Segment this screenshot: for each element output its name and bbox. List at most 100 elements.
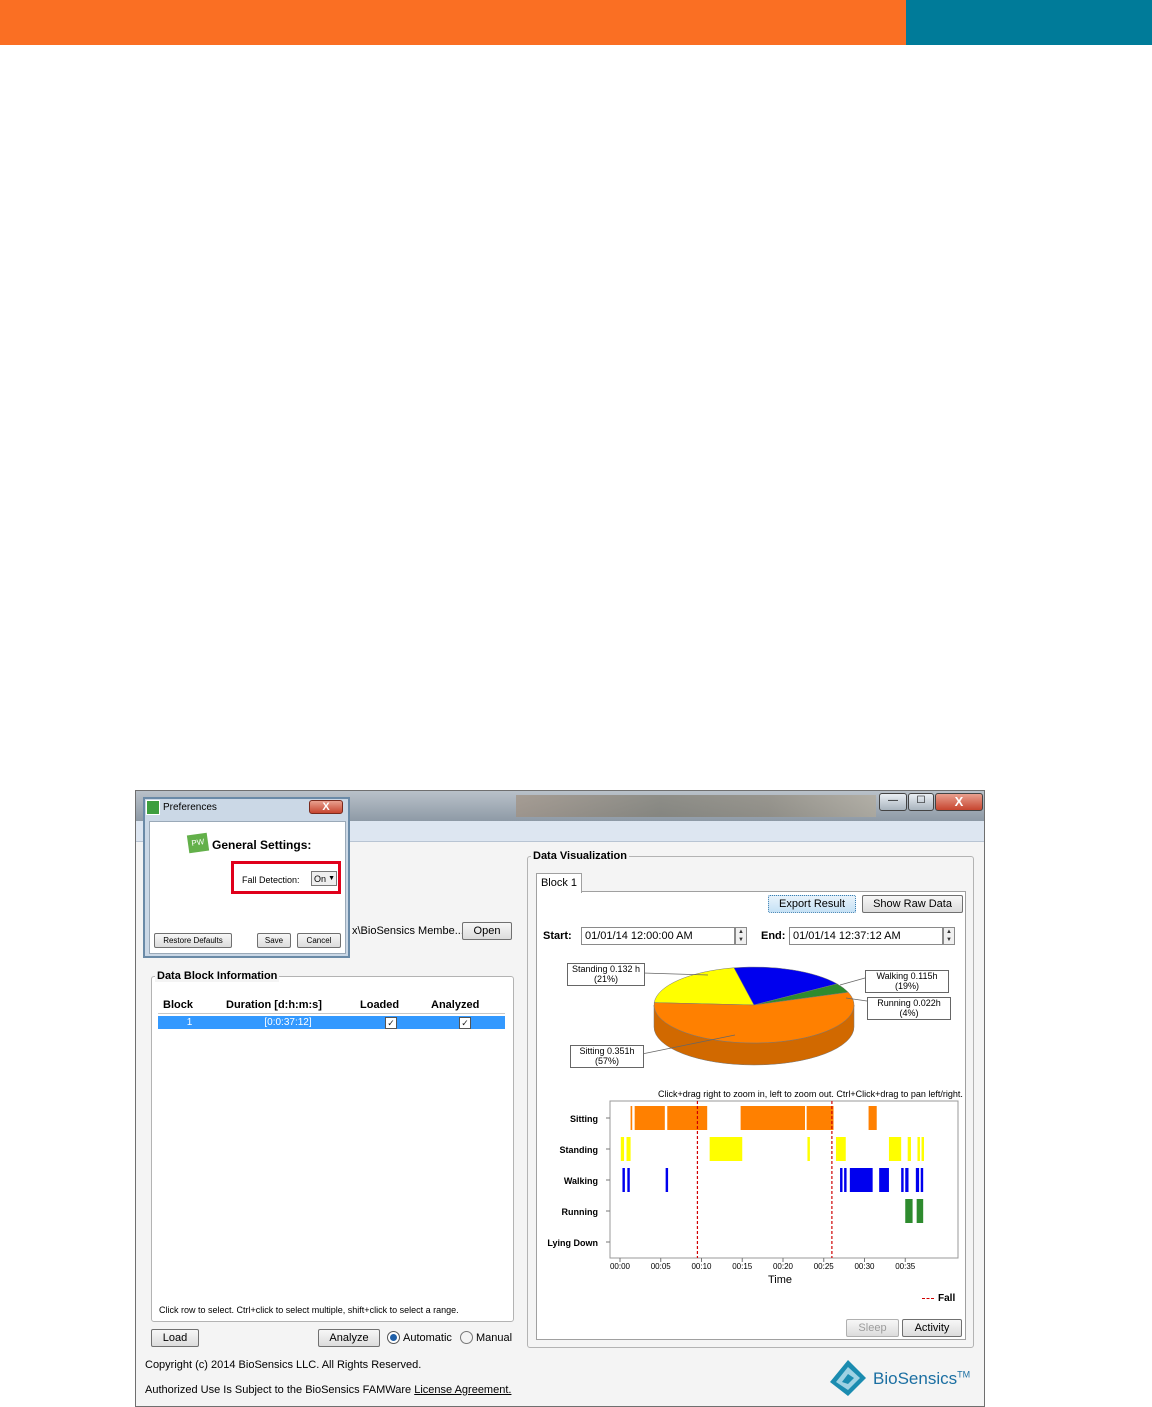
preferences-close-button[interactable]: X	[309, 800, 343, 814]
license-prefix: Authorized Use Is Subject to the BioSens…	[145, 1384, 415, 1396]
automatic-radio[interactable]	[387, 1331, 400, 1344]
start-spinner[interactable]: ▲ ▼	[735, 927, 747, 945]
pie-label-running: Running 0.022h (4%)	[867, 997, 951, 1020]
biosensics-logo-icon	[830, 1360, 866, 1396]
copyright-text: Copyright (c) 2014 BioSensics LLC. All R…	[145, 1359, 422, 1371]
end-label: End:	[761, 930, 786, 942]
minimize-button[interactable]: —	[879, 793, 907, 811]
preferences-heading: General Settings:	[212, 838, 312, 852]
timeline-row-label: Walking	[564, 1176, 598, 1186]
timeline-segment	[920, 1168, 924, 1192]
timeline-row-label: Lying Down	[547, 1238, 598, 1248]
x-tick-label: 00:35	[895, 1262, 916, 1271]
open-button[interactable]: Open	[462, 922, 512, 940]
col-loaded[interactable]: Loaded	[360, 999, 399, 1011]
timeline-segment	[620, 1137, 625, 1161]
preferences-body: PW General Settings: Fall Detection: On ▼…	[149, 821, 346, 954]
col-analyzed[interactable]: Analyzed	[431, 999, 479, 1011]
loaded-checkbox[interactable]: ✓	[385, 1017, 397, 1029]
x-tick-label: 00:25	[814, 1262, 835, 1271]
chevron-down-icon: ▼	[328, 875, 335, 882]
timeline-segment	[622, 1168, 625, 1192]
preferences-title: Preferences	[163, 802, 217, 813]
timeline-segment	[835, 1137, 846, 1161]
data-block-legend: Data Block Information	[155, 970, 280, 982]
timeline-segment	[626, 1137, 631, 1161]
analyzed-checkbox[interactable]: ✓	[459, 1017, 471, 1029]
license-text: Authorized Use Is Subject to the BioSens…	[145, 1384, 511, 1396]
export-result-button[interactable]: Export Result	[768, 895, 856, 913]
preferences-app-icon	[146, 800, 160, 815]
preferences-dialog: Preferences X PW General Settings: Fall …	[143, 797, 350, 958]
start-label: Start:	[543, 930, 572, 942]
analyze-button[interactable]: Analyze	[318, 1329, 380, 1347]
table-header-divider	[158, 1013, 505, 1014]
timeline-segment	[709, 1137, 743, 1161]
timeline-segment	[844, 1168, 847, 1192]
activity-button[interactable]: Activity	[902, 1319, 962, 1337]
show-raw-data-button[interactable]: Show Raw Data	[862, 895, 963, 913]
brand-tm: TM	[957, 1369, 971, 1380]
manual-label: Manual	[476, 1332, 513, 1344]
brand-name: BioSensicsTM	[873, 1369, 970, 1389]
fall-detection-label: Fall Detection:	[242, 875, 300, 885]
header-stripe-orange	[0, 0, 906, 45]
pie-label-running-pct: (4%)	[899, 1008, 919, 1018]
timeline-segment	[627, 1168, 630, 1192]
tab-block-1[interactable]: Block 1	[536, 873, 582, 893]
pie-label-walking-pct: (19%)	[894, 981, 919, 991]
pie-label-sitting: Sitting 0.351h (57%)	[570, 1045, 644, 1068]
header-stripe-teal	[906, 0, 1152, 45]
timeline-row-label: Running	[562, 1207, 599, 1217]
timeline-segment	[905, 1168, 909, 1192]
timeline-row-label: Standing	[560, 1145, 599, 1155]
timeline-segment	[665, 1168, 669, 1192]
timeline-segment	[849, 1168, 873, 1192]
pie-label-walking-name: Walking 0.115h	[876, 971, 938, 981]
pie-label-walking: Walking 0.115h (19%)	[865, 970, 949, 993]
timeline-segment	[840, 1168, 843, 1192]
timeline-segment	[888, 1137, 902, 1161]
table-hint: Click row to select. Ctrl+click to selec…	[159, 1305, 459, 1315]
pw-logo-icon: PW	[186, 832, 210, 854]
window-close-button[interactable]: X	[935, 793, 983, 811]
file-path: x\BioSensics Membe...	[352, 925, 464, 937]
x-tick-label: 00:05	[651, 1262, 672, 1271]
activity-timeline-chart[interactable]: Sitting Standing Walking Running Lying Down 0…	[540, 1098, 965, 1308]
table-row[interactable]: 1 [0:0:37:12] ✓ ✓	[158, 1016, 505, 1029]
license-link[interactable]: License Agreement.	[414, 1384, 511, 1396]
maximize-button[interactable]: ☐	[908, 793, 934, 811]
timeline-segment	[634, 1106, 665, 1130]
pie-label-standing-pct: (21%)	[593, 974, 618, 984]
x-tick-label: 00:20	[773, 1262, 794, 1271]
pie-label-standing-name: Standing 0.132 h	[571, 964, 641, 974]
timeline-segment	[879, 1168, 889, 1192]
load-button[interactable]: Load	[151, 1329, 199, 1347]
end-spinner[interactable]: ▲ ▼	[943, 927, 955, 945]
start-datetime-field[interactable]: 01/01/14 12:00:00 AM	[581, 927, 735, 945]
end-datetime-field[interactable]: 01/01/14 12:37:12 AM	[789, 927, 943, 945]
fall-detection-value: On	[314, 874, 327, 884]
col-block[interactable]: Block	[163, 999, 193, 1011]
restore-defaults-button[interactable]: Restore Defaults	[154, 933, 232, 948]
x-tick-label: 00:30	[854, 1262, 875, 1271]
fall-detection-select[interactable]: On ▼	[311, 871, 337, 886]
timeline-segment	[630, 1106, 633, 1130]
timeline-segment	[916, 1199, 924, 1223]
timeline-segment	[907, 1137, 911, 1161]
x-tick-label: 00:10	[691, 1262, 712, 1271]
fall-legend-label: Fall	[938, 1293, 956, 1304]
cell-duration: [0:0:37:12]	[264, 1017, 312, 1028]
timeline-row-label: Sitting	[570, 1114, 598, 1124]
pie-label-running-name: Running 0.022h	[877, 998, 941, 1008]
manual-radio[interactable]	[460, 1331, 473, 1344]
col-duration[interactable]: Duration [d:h:m:s]	[226, 999, 322, 1011]
sleep-button[interactable]: Sleep	[846, 1319, 899, 1337]
cancel-button[interactable]: Cancel	[297, 933, 341, 948]
pie-label-sitting-name: Sitting 0.351h	[579, 1046, 635, 1056]
save-button[interactable]: Save	[257, 933, 291, 948]
x-tick-label: 00:00	[610, 1262, 631, 1271]
x-tick-label: 00:15	[732, 1262, 753, 1271]
timeline-segment	[868, 1106, 877, 1130]
timeline-segment	[917, 1137, 920, 1161]
